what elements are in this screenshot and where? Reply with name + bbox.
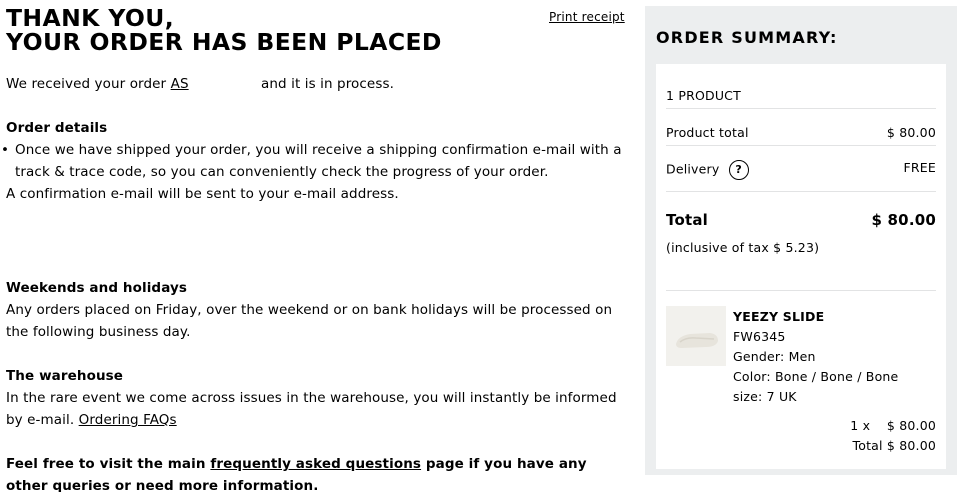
order-number-prefix: AS [170, 76, 189, 92]
divider [666, 108, 936, 109]
product-color: Color: Bone / Bone / Bone [733, 369, 899, 384]
confirmation-note: A confirmation e-mail will be sent to yo… [6, 186, 399, 202]
print-receipt-link[interactable]: Print receipt [549, 10, 625, 24]
delivery-label: Delivery [666, 161, 720, 177]
delivery-row: Delivery ? FREE [666, 160, 936, 180]
faq-before: Feel free to visit the main [6, 456, 206, 472]
delivery-help-icon[interactable]: ? [728, 160, 749, 180]
slide-sandal-image [666, 306, 726, 366]
product-total-row: Product total $ 80.00 [666, 125, 936, 140]
ordering-faqs-link[interactable]: Ordering FAQs [79, 412, 177, 428]
weekends-text: Any orders placed on Friday, over the we… [6, 302, 613, 340]
product-thumbnail[interactable] [666, 306, 726, 366]
order-summary-panel: ORDER SUMMARY: 1 PRODUCT Product total $… [645, 6, 957, 475]
order-details-title: Order details [6, 120, 108, 136]
order-number-link[interactable]: AS [171, 76, 257, 92]
product-qty-line: 1 x $ 80.00 [850, 418, 936, 433]
title-line-2: YOUR ORDER HAS BEEN PLACED [6, 28, 442, 56]
total-row: Total $ 80.00 [666, 211, 936, 229]
warehouse-title: The warehouse [6, 368, 124, 384]
product-count: 1 PRODUCT [666, 88, 741, 103]
intro-text: We received your order AS and it is in p… [6, 73, 394, 95]
warehouse-text-wrap: In the rare event we come across issues … [6, 387, 631, 431]
product-gender: Gender: Men [733, 349, 816, 364]
order-summary-card: 1 PRODUCT Product total $ 80.00 Delivery… [656, 64, 946, 469]
order-summary-title: ORDER SUMMARY: [656, 28, 838, 47]
product-total-line: Total $ 80.00 [852, 438, 936, 453]
intro-after: and it is in process. [261, 76, 394, 92]
weekends-section: Weekends and holidays Any orders placed … [6, 277, 631, 343]
tax-note: (inclusive of tax $ 5.23) [666, 240, 820, 255]
total-label: Total [666, 211, 708, 229]
order-details-list: Once we have shipped your order, you wil… [1, 139, 631, 183]
warehouse-section: The warehouse In the rare event we come … [6, 365, 631, 431]
product-name[interactable]: YEEZY SLIDE [733, 307, 898, 327]
product-size: size: 7 UK [733, 389, 797, 404]
intro-before: We received your order [6, 76, 167, 92]
product-total-label: Product total [666, 125, 749, 140]
product-details: YEEZY SLIDE FW6345 Gender: Men Color: Bo… [733, 307, 898, 407]
divider [666, 290, 936, 291]
weekends-title: Weekends and holidays [6, 280, 188, 296]
divider [666, 191, 936, 192]
product-code: FW6345 [733, 329, 786, 344]
product-price-block: 1 x $ 80.00 Total $ 80.00 [850, 416, 936, 456]
order-details-bullet: Once we have shipped your order, you wil… [1, 139, 631, 183]
page-title: THANK YOU, YOUR ORDER HAS BEEN PLACED [6, 6, 476, 54]
order-details-section: Order details Once we have shipped your … [1, 117, 631, 205]
delivery-value: FREE [903, 160, 936, 175]
product-total-value: $ 80.00 [886, 125, 936, 140]
faq-section: Feel free to visit the main frequently a… [6, 453, 631, 492]
faq-link[interactable]: frequently asked questions [210, 456, 421, 472]
divider [666, 145, 936, 146]
total-value: $ 80.00 [871, 211, 936, 229]
